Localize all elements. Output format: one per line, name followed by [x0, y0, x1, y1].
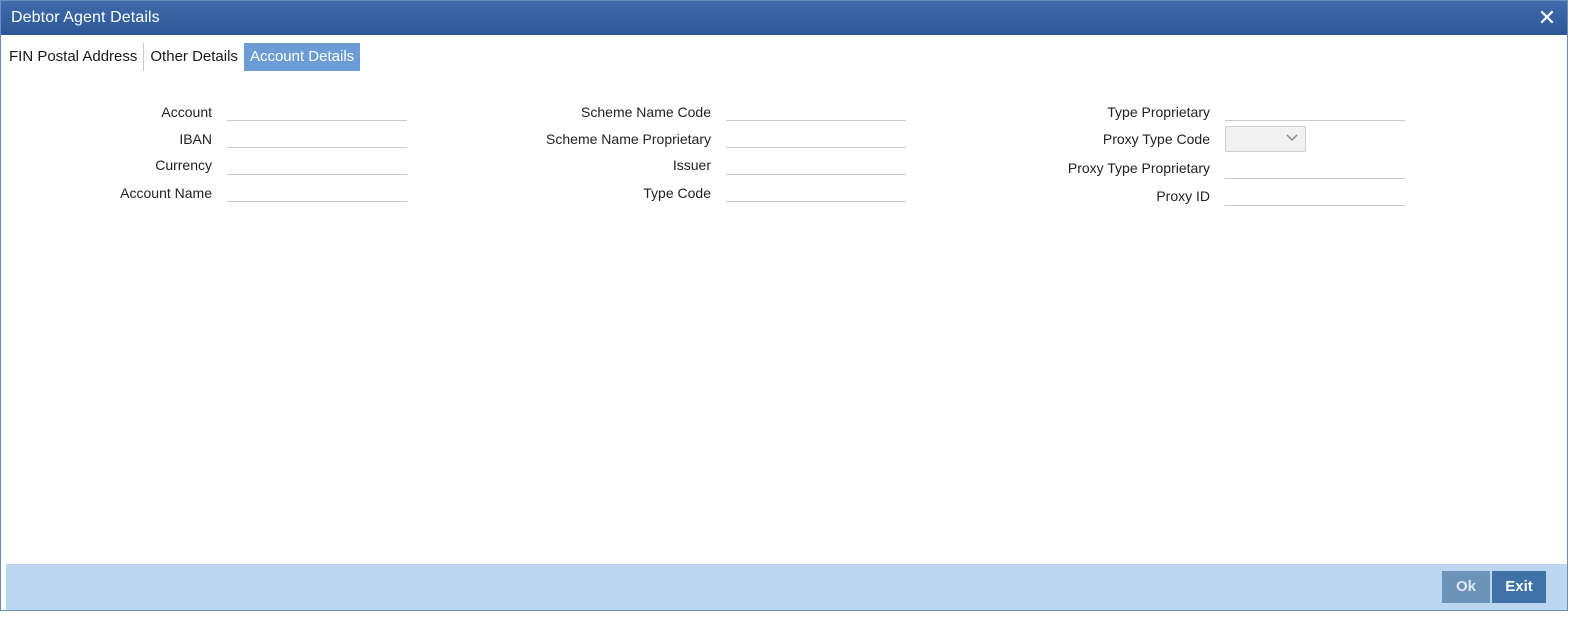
iban-label: IBAN — [179, 131, 212, 147]
currency-input[interactable] — [227, 153, 407, 175]
scheme-name-code-input[interactable] — [726, 99, 906, 121]
account-label: Account — [161, 104, 212, 120]
scheme-name-proprietary-input[interactable] — [726, 126, 906, 148]
proxy-id-input[interactable] — [1225, 184, 1405, 206]
issuer-label: Issuer — [672, 157, 711, 173]
type-code-label: Type Code — [643, 185, 711, 201]
scheme-name-code-label: Scheme Name Code — [581, 104, 711, 120]
account-name-label: Account Name — [120, 185, 212, 201]
tab-bar: FIN Postal Address Other Details Account… — [3, 43, 361, 71]
scheme-name-proprietary-label: Scheme Name Proprietary — [546, 131, 711, 147]
account-name-input[interactable] — [227, 180, 407, 202]
proxy-type-proprietary-label: Proxy Type Proprietary — [1067, 160, 1210, 176]
tab-fin-postal-address[interactable]: FIN Postal Address — [3, 43, 145, 71]
close-icon[interactable]: ✕ — [1536, 6, 1558, 30]
dialog-title: Debtor Agent Details — [11, 9, 160, 26]
currency-label: Currency — [155, 157, 212, 173]
iban-input[interactable] — [227, 126, 407, 148]
debtor-agent-details-dialog: Debtor Agent Details ✕ FIN Postal Addres… — [0, 0, 1568, 611]
exit-button[interactable]: Exit — [1492, 571, 1546, 603]
type-proprietary-label: Type Proprietary — [1107, 104, 1210, 120]
title-bar: Debtor Agent Details ✕ — [1, 1, 1567, 35]
type-proprietary-input[interactable] — [1225, 99, 1405, 121]
type-code-input[interactable] — [726, 180, 906, 202]
chevron-down-icon — [1286, 134, 1298, 142]
dialog-footer: Ok Exit — [6, 564, 1567, 610]
proxy-id-label: Proxy ID — [1156, 188, 1210, 204]
tab-account-details[interactable]: Account Details — [243, 43, 361, 71]
tab-other-details[interactable]: Other Details — [144, 43, 244, 71]
account-input[interactable] — [227, 99, 407, 121]
ok-button[interactable]: Ok — [1442, 571, 1490, 603]
proxy-type-proprietary-input[interactable] — [1225, 157, 1405, 179]
proxy-type-code-select[interactable] — [1225, 126, 1306, 152]
issuer-input[interactable] — [726, 153, 906, 175]
proxy-type-code-label: Proxy Type Code — [1102, 131, 1210, 147]
